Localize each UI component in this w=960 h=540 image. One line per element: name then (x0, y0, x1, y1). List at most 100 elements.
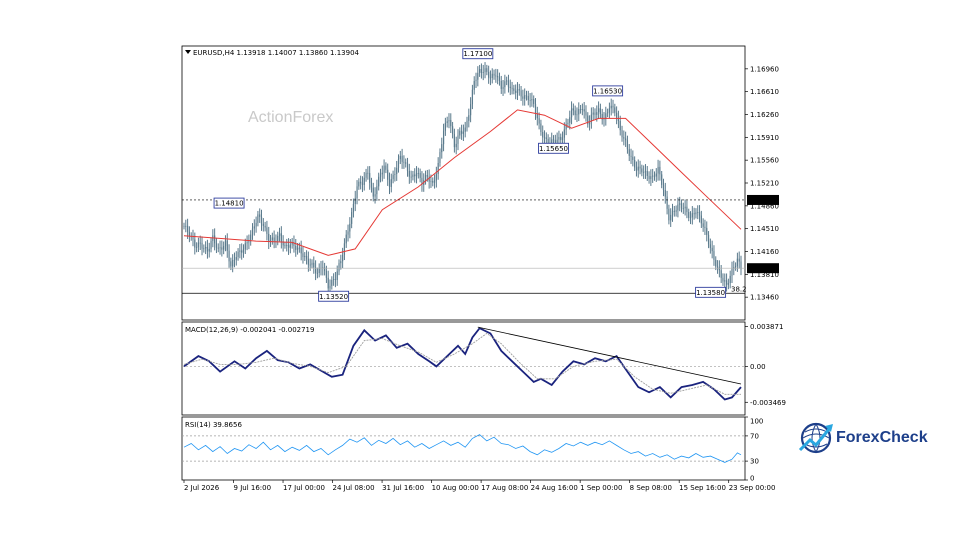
candle-body (360, 181, 362, 184)
candle-body (221, 247, 223, 250)
brand-name: ForexCheck (836, 429, 928, 446)
time-axis-label: 17 Jul 00:00 (283, 484, 325, 492)
candle-body (599, 108, 601, 114)
candle-body (558, 136, 560, 140)
forex-chart: 1.16960 1.16610 1.16260 1.15910 1.15560 1.152… (181, 45, 833, 492)
candle-body (502, 87, 504, 89)
macd-header: MACD(12,26,9) -0.002041 -0.002719 (185, 326, 314, 334)
candle-body (187, 225, 189, 232)
candle-body (671, 210, 674, 215)
candle-body (437, 162, 439, 174)
candle-body (309, 264, 311, 266)
candle-body (241, 250, 243, 253)
candle-body (639, 166, 641, 169)
candle-body (725, 280, 728, 285)
candle-body (664, 190, 666, 197)
candle-body (480, 69, 483, 73)
candle-body (268, 233, 270, 243)
candle-body (616, 112, 618, 118)
candle-body (518, 89, 520, 91)
candle-body (542, 131, 544, 138)
candle-body (199, 242, 201, 244)
candle-body (655, 173, 657, 177)
candle-body (727, 283, 729, 285)
candle-body (556, 139, 558, 143)
candle-body (444, 122, 446, 131)
candle-body (545, 137, 547, 139)
candle-body (643, 171, 645, 173)
candle-body (453, 134, 455, 148)
candle-body (280, 233, 282, 242)
candle-body (381, 172, 383, 175)
candle-body (365, 172, 367, 178)
candle-body (522, 96, 524, 99)
candle-body (439, 152, 441, 163)
candle-body (271, 237, 273, 240)
candle-body (704, 226, 706, 228)
candle-body (372, 187, 374, 197)
candle-body (482, 72, 484, 73)
candle-body (325, 270, 328, 278)
candle-body (466, 120, 468, 128)
candle-body (433, 180, 436, 183)
candle-body (435, 173, 437, 181)
candle-body (286, 245, 288, 246)
price-annotation-label: 1.14810 (215, 200, 244, 208)
candle-body (342, 254, 344, 262)
candle-body (709, 244, 711, 248)
candle-body (724, 280, 726, 282)
candle-body (576, 114, 578, 116)
candle-body (711, 247, 713, 252)
candle-body (408, 171, 410, 177)
candle-body (379, 174, 382, 177)
candle-body (226, 240, 228, 251)
candle-body (248, 241, 250, 243)
candle-body (470, 104, 472, 116)
candle-body (257, 214, 259, 223)
candle-body (210, 240, 212, 249)
candle-body (278, 233, 281, 236)
candle-body (367, 172, 369, 174)
candle-body (374, 194, 376, 197)
candle-body (612, 105, 614, 108)
time-axis-label: 31 Jul 16:00 (382, 484, 424, 492)
candle-body (497, 76, 499, 78)
rsi-line (183, 434, 742, 463)
candle-body (736, 258, 738, 266)
candle-body (682, 208, 684, 210)
rsi-axis-label: 70 (750, 432, 759, 440)
candle-body (695, 212, 697, 215)
pane-frame-1 (181, 45, 746, 321)
candle-body (691, 213, 693, 218)
time-axis-label: 8 Sep 08:00 (630, 484, 672, 492)
candle-body (378, 176, 380, 187)
candle-body (634, 159, 636, 168)
macd-axis-label: -0.003469 (750, 399, 786, 407)
header-dropdown-icon (185, 50, 191, 54)
candle-body (284, 245, 286, 246)
candle-body (610, 105, 612, 109)
candle-body (504, 81, 506, 88)
pane-frame-2 (181, 321, 746, 416)
candle-body (289, 244, 291, 248)
candle-body (414, 174, 416, 177)
candle-body (486, 68, 488, 72)
candle-body (722, 277, 724, 282)
candle-body (515, 90, 517, 93)
candle-body (388, 179, 391, 187)
rsi-axis-label: 100 (750, 418, 763, 426)
candle-body (197, 242, 200, 248)
candle-body (208, 248, 210, 252)
price-axis-label: 1.14510 (750, 225, 779, 233)
watermark: ActionForex (248, 109, 333, 126)
candle-body (415, 173, 418, 177)
time-axis-label: 15 Sep 16:00 (679, 484, 726, 492)
candle-body (298, 247, 300, 249)
candle-body (392, 174, 394, 180)
candle-body (652, 175, 654, 177)
candle-body (460, 130, 463, 134)
candles-group (183, 62, 742, 296)
candle-body (479, 69, 481, 73)
price-axis-label: 1.16960 (750, 65, 779, 73)
candle-body (442, 130, 445, 145)
